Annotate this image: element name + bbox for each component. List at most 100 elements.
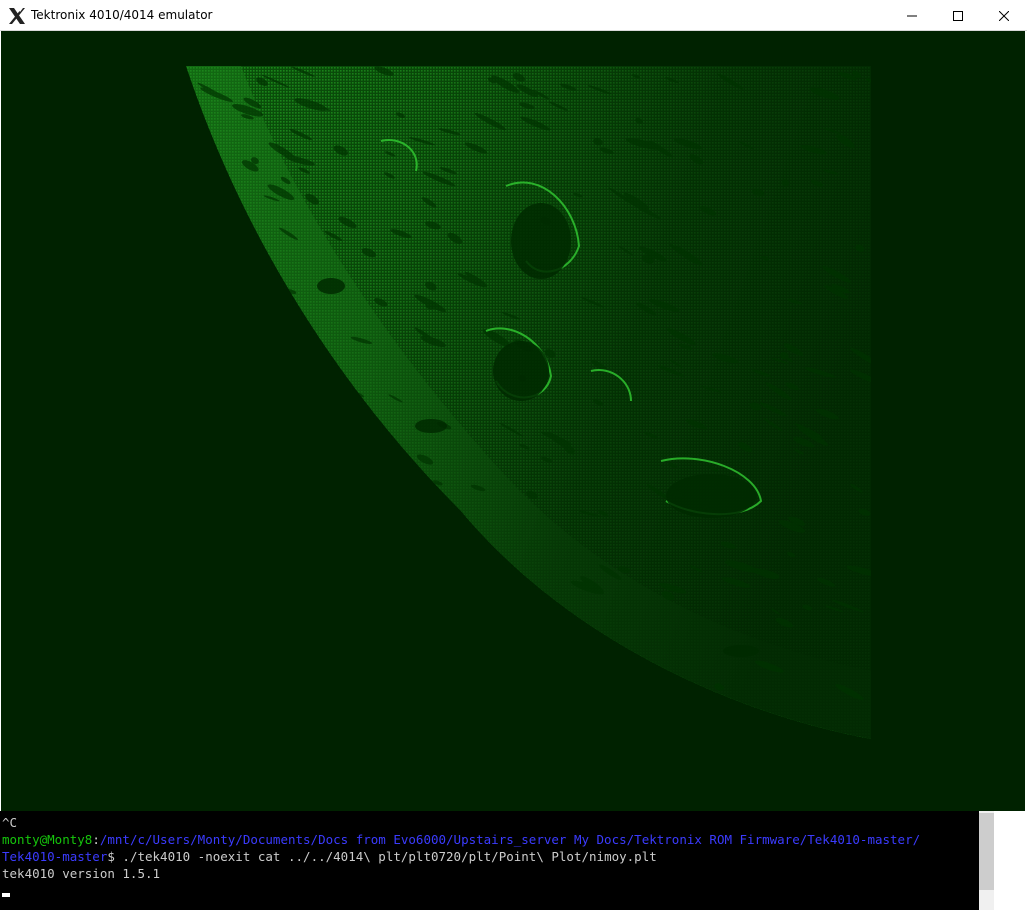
prompt-separator: : bbox=[92, 832, 100, 847]
surface-streak bbox=[256, 386, 274, 397]
command-line: Tek4010-master$ ./tek4010 -noexit cat ..… bbox=[2, 848, 979, 865]
surface-streak bbox=[277, 571, 295, 578]
maximize-icon bbox=[953, 10, 963, 21]
surface-streak bbox=[229, 467, 259, 483]
terminal-console[interactable]: ^C monty@Monty8:/mnt/c/Users/Monty/Docum… bbox=[0, 811, 979, 910]
surface-streak bbox=[397, 480, 407, 487]
surface-streak bbox=[354, 590, 369, 599]
version-output: tek4010 version 1.5.1 bbox=[2, 866, 161, 881]
surface-streak bbox=[351, 607, 363, 614]
surface-streak bbox=[533, 729, 542, 736]
surface-streak bbox=[345, 517, 357, 525]
surface-streak bbox=[193, 153, 209, 163]
x-logo-icon bbox=[8, 7, 26, 25]
close-icon bbox=[999, 10, 1009, 21]
surface-streak bbox=[302, 518, 318, 527]
surface-streak bbox=[637, 683, 648, 690]
surface-streak bbox=[444, 598, 460, 608]
surface-streak bbox=[441, 671, 467, 685]
surface-streak bbox=[377, 481, 399, 491]
window-title: Tektronix 4010/4014 emulator bbox=[31, 8, 213, 22]
surface-streak bbox=[263, 552, 292, 567]
surface-streak bbox=[383, 700, 406, 713]
surface-streak bbox=[418, 533, 427, 542]
command-text: ./tek4010 -noexit cat ../../4014\ plt/pl… bbox=[122, 849, 657, 864]
surface-streak bbox=[270, 550, 294, 562]
surface-streak bbox=[197, 212, 228, 229]
prompt-path-cont: Tek4010-master bbox=[2, 849, 108, 864]
surface-streak bbox=[243, 583, 273, 602]
surface-streak bbox=[331, 586, 356, 601]
surface-streak bbox=[318, 579, 343, 592]
close-button[interactable] bbox=[981, 0, 1027, 31]
surface-streak bbox=[190, 425, 221, 437]
surface-streak bbox=[490, 560, 506, 572]
surface-streak bbox=[313, 501, 327, 510]
surface-streak bbox=[407, 689, 427, 699]
surface-streak bbox=[341, 561, 357, 572]
surface-streak bbox=[353, 501, 368, 512]
terminal-scrollbar[interactable] bbox=[979, 811, 1027, 910]
surface-streak bbox=[332, 484, 363, 499]
surface-streak bbox=[512, 614, 525, 622]
surface-streak bbox=[446, 522, 471, 539]
minimize-button[interactable] bbox=[889, 0, 935, 31]
surface-streak bbox=[260, 597, 293, 608]
minimize-icon bbox=[907, 11, 917, 21]
surface-streak bbox=[661, 710, 685, 721]
surface-streak bbox=[186, 388, 202, 397]
surface-streak bbox=[443, 567, 471, 581]
surface-streak bbox=[343, 547, 366, 563]
surface-streak bbox=[453, 624, 466, 631]
surface-streak bbox=[623, 696, 634, 704]
surface-streak bbox=[372, 588, 397, 601]
prompt-user: monty@Monty8 bbox=[2, 832, 93, 847]
surface-streak bbox=[359, 483, 372, 489]
surface-streak bbox=[308, 629, 324, 639]
surface-streak bbox=[371, 464, 379, 470]
interrupt-line: ^C bbox=[2, 815, 18, 830]
surface-streak bbox=[435, 533, 455, 542]
surface-streak bbox=[284, 718, 296, 727]
moon-surface bbox=[186, 66, 871, 739]
surface-streak bbox=[721, 732, 732, 739]
surface-streak bbox=[402, 681, 415, 688]
surface-streak bbox=[421, 504, 443, 520]
surface-streak bbox=[341, 625, 354, 630]
surface-streak bbox=[324, 483, 335, 490]
surface-streak bbox=[518, 670, 542, 687]
prompt-path: /mnt/c/Users/Monty/Documents/Docs from E… bbox=[99, 832, 921, 847]
surface-streak bbox=[247, 368, 275, 381]
surface-streak bbox=[539, 719, 555, 726]
maximize-button[interactable] bbox=[935, 0, 981, 31]
surface-streak bbox=[186, 277, 200, 289]
title-bar: Tektronix 4010/4014 emulator bbox=[0, 0, 1027, 31]
surface-streak bbox=[233, 216, 246, 223]
surface-streak bbox=[279, 385, 305, 396]
surface-streak bbox=[257, 392, 282, 406]
surface-streak bbox=[487, 707, 500, 715]
prompt-line: monty@Monty8:/mnt/c/Users/Monty/Document… bbox=[2, 831, 979, 848]
surface-streak bbox=[186, 307, 208, 317]
surface-streak bbox=[219, 237, 240, 249]
surface-streak bbox=[644, 690, 658, 698]
surface-streak bbox=[664, 686, 684, 697]
window-edge bbox=[994, 811, 1027, 910]
surface-streak bbox=[223, 561, 242, 574]
input-line[interactable] bbox=[2, 882, 979, 899]
moon-plot bbox=[186, 66, 871, 739]
surface-streak bbox=[200, 400, 221, 408]
surface-streak bbox=[366, 710, 386, 720]
surface-streak bbox=[555, 661, 569, 670]
surface-streak bbox=[242, 269, 260, 282]
text-cursor bbox=[2, 892, 10, 897]
surface-streak bbox=[255, 339, 270, 346]
surface-streak bbox=[212, 579, 233, 590]
surface-streak bbox=[375, 702, 404, 714]
surface-streak bbox=[284, 536, 308, 553]
surface-streak bbox=[341, 432, 357, 443]
tek-display bbox=[1, 31, 1025, 811]
surface-streak bbox=[320, 419, 335, 430]
surface-streak bbox=[445, 596, 458, 605]
scroll-thumb[interactable] bbox=[979, 813, 994, 890]
